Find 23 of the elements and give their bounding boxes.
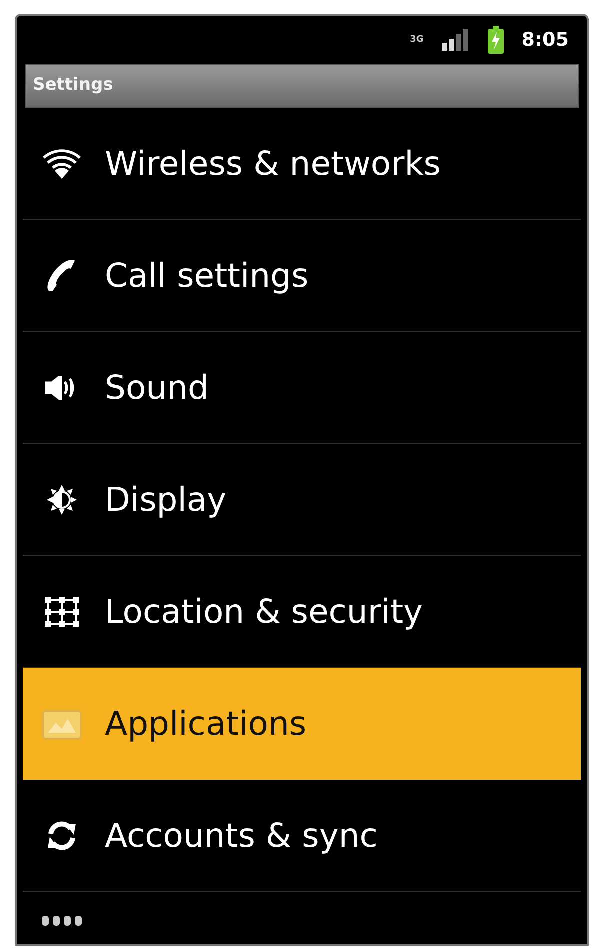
item-label: Display — [105, 478, 227, 521]
item-label: Call settings — [105, 254, 309, 297]
sync-icon — [46, 820, 78, 852]
item-label: Wireless & networks — [105, 142, 441, 185]
settings-item[interactable]: Applications — [23, 668, 581, 780]
item-label: Location & security — [105, 590, 424, 633]
settings-item[interactable]: Display — [23, 444, 581, 556]
grid-dots-icon — [45, 596, 79, 626]
settings-item[interactable]: Wireless & networks — [23, 108, 581, 220]
settings-item[interactable]: Call settings — [23, 220, 581, 332]
brightness-icon — [47, 484, 77, 514]
item-label: Applications — [105, 702, 307, 745]
signal-icon — [442, 29, 470, 51]
screen-title: Settings — [33, 74, 114, 98]
clock-time: 8:05 — [522, 28, 569, 53]
network-type: 3G — [410, 36, 424, 44]
item-label: Accounts & sync — [105, 814, 378, 857]
item-label: Sound — [105, 366, 209, 409]
settings-item[interactable]: Sound — [23, 332, 581, 444]
battery-charging-icon — [488, 26, 504, 54]
dots-icon — [42, 916, 82, 926]
wifi-icon — [43, 148, 81, 178]
settings-item[interactable]: Accounts & sync — [23, 780, 581, 892]
